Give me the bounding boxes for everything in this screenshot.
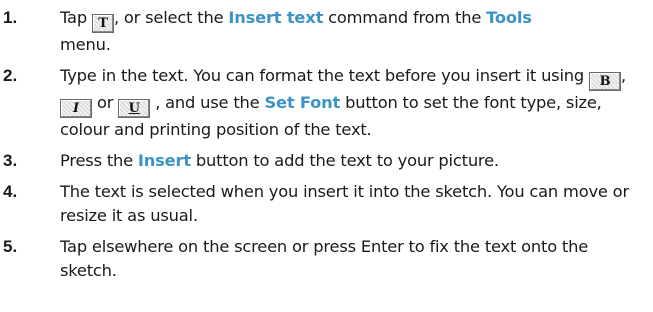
- text-segment: Press the: [60, 151, 138, 170]
- step-text: Press the Insert button to add the text …: [60, 149, 648, 173]
- text-segment: menu.: [60, 35, 111, 54]
- step-5: 5. Tap elsewhere on the screen or press …: [0, 235, 653, 283]
- text-segment: or: [92, 93, 119, 112]
- tools-menu-label: Tools: [486, 8, 532, 27]
- text-segment: button to add the text to your picture.: [190, 151, 499, 170]
- step-number: 2.: [3, 66, 18, 85]
- text-tool-icon: T: [91, 14, 114, 33]
- instruction-list: 1. Tap T, or select the Insert text comm…: [0, 0, 653, 312]
- step-number: 1.: [3, 8, 18, 27]
- text-segment: command from the: [323, 8, 487, 27]
- italic-icon: I: [60, 99, 92, 118]
- step-text: Tap elsewhere on the screen or press Ent…: [60, 237, 589, 280]
- step-number: 4.: [3, 182, 18, 201]
- step-number: 5.: [3, 237, 18, 256]
- text-segment: ,: [621, 66, 627, 85]
- step-1: 1. Tap T, or select the Insert text comm…: [0, 6, 653, 57]
- step-text: The text is selected when you insert it …: [60, 182, 629, 225]
- step-2: 2. Type in the text. You can format the …: [0, 64, 653, 142]
- insert-text-command: Insert text: [228, 8, 324, 27]
- bold-icon: B: [589, 72, 622, 91]
- text-segment: Tap: [60, 8, 92, 27]
- set-font-label: Set Font: [264, 93, 341, 112]
- text-segment: , or select the: [113, 8, 229, 27]
- text-segment: , and use the: [150, 93, 265, 112]
- underline-icon: U: [118, 99, 151, 118]
- text-segment: Type in the text. You can format the tex…: [60, 66, 590, 85]
- step-3: 3. Press the Insert button to add the te…: [0, 149, 653, 173]
- step-number: 3.: [3, 151, 18, 170]
- insert-button-label: Insert: [137, 151, 191, 170]
- step-text: Type in the text. You can format the tex…: [60, 64, 648, 142]
- step-text: Tap T, or select the Insert text command…: [60, 6, 648, 57]
- step-4: 4. The text is selected when you insert …: [0, 180, 653, 228]
